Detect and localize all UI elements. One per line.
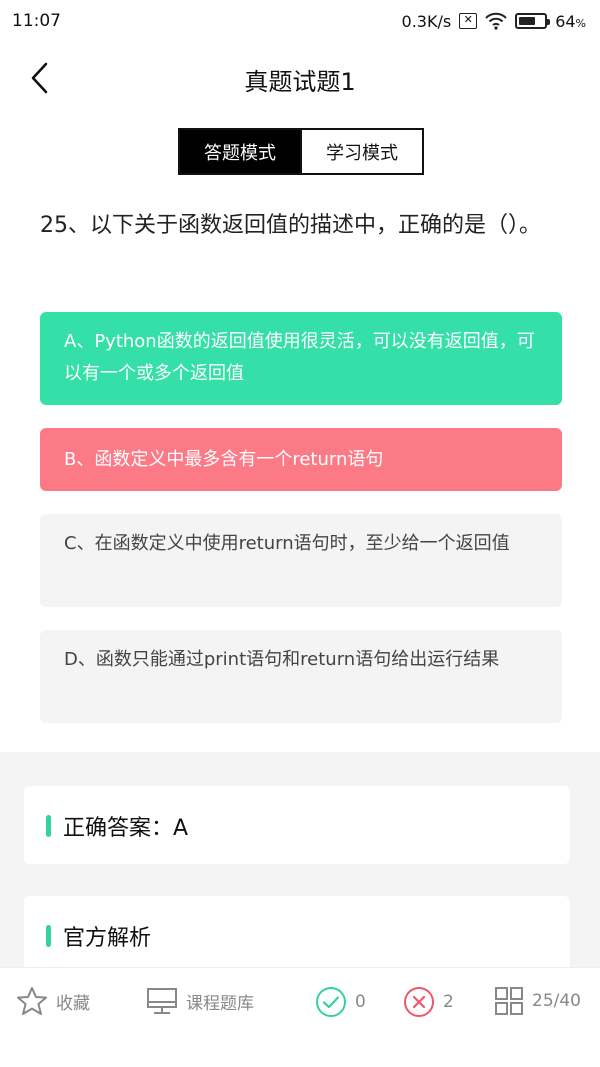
favorite-button[interactable]: 收藏 [16,986,90,1016]
official-analysis-title: 官方解析 [63,926,152,951]
bottom-toolbar: 收藏 课程题库 0 2 25/40 [0,967,600,1037]
option-c[interactable]: C、在函数定义中使用return语句时，至少给一个返回值 [40,514,562,607]
correct-answer-text: 正确答案：A [63,816,189,841]
option-d[interactable]: D、函数只能通过print语句和return语句给出运行结果 [40,630,562,723]
card-header: 正确答案：A [46,810,188,842]
accent-bar [46,925,51,947]
correct-answer-card: 正确答案：A [24,786,570,864]
star-icon [17,987,47,1015]
course-bank-button[interactable]: 课程题库 [146,986,254,1016]
option-label: B、函数定义中最多含有一个return语句 [64,448,384,470]
battery-percent: 64% [555,11,586,31]
monitor-icon [147,988,177,1014]
option-label: C、在函数定义中使用return语句时，至少给一个返回值 [64,533,510,554]
status-bar: 11:07 0.3K/s ✕ 64% [0,0,600,42]
mode-toggle: 答题模式 学习模式 [178,128,424,175]
check-circle-icon [316,987,346,1017]
wrong-count-button[interactable]: 2 [403,986,454,1018]
option-label: A、Python函数的返回值使用很灵活，可以没有返回值，可以有一个或多个返回值 [64,331,535,384]
network-speed: 0.3K/s [401,11,452,31]
battery-icon [515,13,551,29]
correct-count: 0 [355,992,366,1012]
question-text: 25、以下关于函数返回值的描述中，正确的是（）。 [40,213,541,238]
progress-button[interactable]: 25/40 [494,986,581,1016]
x-circle-icon [404,987,434,1017]
progress-counter: 25/40 [532,991,581,1011]
answer-mode-tab[interactable]: 答题模式 [180,130,300,173]
option-a[interactable]: A、Python函数的返回值使用很灵活，可以没有返回值，可以有一个或多个返回值 [40,312,562,405]
correct-count-button[interactable]: 0 [315,986,366,1018]
sim-off-icon: ✕ [459,13,478,29]
nav-bar: 真题试题1 [0,42,600,114]
status-time: 11:07 [12,11,61,31]
page-title: 真题试题1 [244,68,356,96]
grid-icon [495,987,523,1015]
favorite-label: 收藏 [56,993,90,1014]
wifi-icon [485,12,507,30]
accent-bar [46,815,51,837]
status-indicators: 0.3K/s ✕ 64% [402,12,586,31]
wrong-count: 2 [443,992,454,1012]
study-mode-tab[interactable]: 学习模式 [300,130,422,173]
official-analysis-card: 官方解析 [24,896,570,976]
option-b[interactable]: B、函数定义中最多含有一个return语句 [40,428,562,491]
card-header: 官方解析 [46,920,151,952]
course-bank-label: 课程题库 [186,993,254,1014]
option-label: D、函数只能通过print语句和return语句给出运行结果 [64,649,500,670]
